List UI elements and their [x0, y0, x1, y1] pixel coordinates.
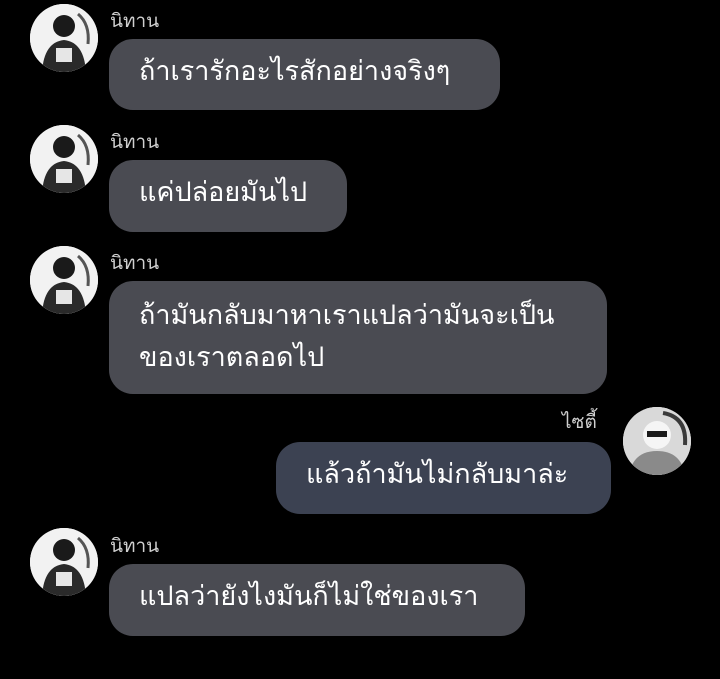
user-avatar-photo-icon[interactable] — [30, 125, 98, 193]
message-text-line: ของเราตลอดไป — [139, 342, 325, 373]
message-text: แล้วถ้ามันไม่กลับมาล่ะ — [306, 459, 569, 490]
incoming-message-bubble[interactable]: ถ้าเรารักอะไรสักอย่างจริงๆ — [109, 39, 500, 110]
message-text: ถ้าเรารักอะไรสักอย่างจริงๆ — [139, 56, 451, 87]
sender-name: นิทาน — [110, 535, 160, 557]
incoming-message-bubble[interactable]: ถ้ามันกลับมาหาเราแปลว่ามันจะเป็น ของเราต… — [109, 281, 607, 394]
sender-name: นิทาน — [110, 10, 160, 32]
incoming-message-bubble[interactable]: แค่ปล่อยมันไป — [109, 160, 347, 232]
sender-name: นิทาน — [110, 131, 160, 153]
message-text-line: ถ้ามันกลับมาหาเราแปลว่ามันจะเป็น — [139, 300, 555, 331]
user-avatar-photo-icon[interactable] — [30, 528, 98, 596]
incoming-message-bubble[interactable]: แปลว่ายังไงมันก็ไม่ใช่ของเรา — [109, 564, 525, 636]
user-avatar-photo-icon[interactable] — [623, 407, 691, 475]
message-text: แค่ปล่อยมันไป — [139, 177, 308, 208]
user-avatar-photo-icon[interactable] — [30, 246, 98, 314]
outgoing-message-bubble[interactable]: แล้วถ้ามันไม่กลับมาล่ะ — [276, 442, 611, 514]
sender-name: นิทาน — [110, 252, 160, 274]
sender-name: ไซตี้ — [562, 411, 597, 433]
user-avatar-photo-icon[interactable] — [30, 4, 98, 72]
message-text: แปลว่ายังไงมันก็ไม่ใช่ของเรา — [139, 581, 479, 612]
